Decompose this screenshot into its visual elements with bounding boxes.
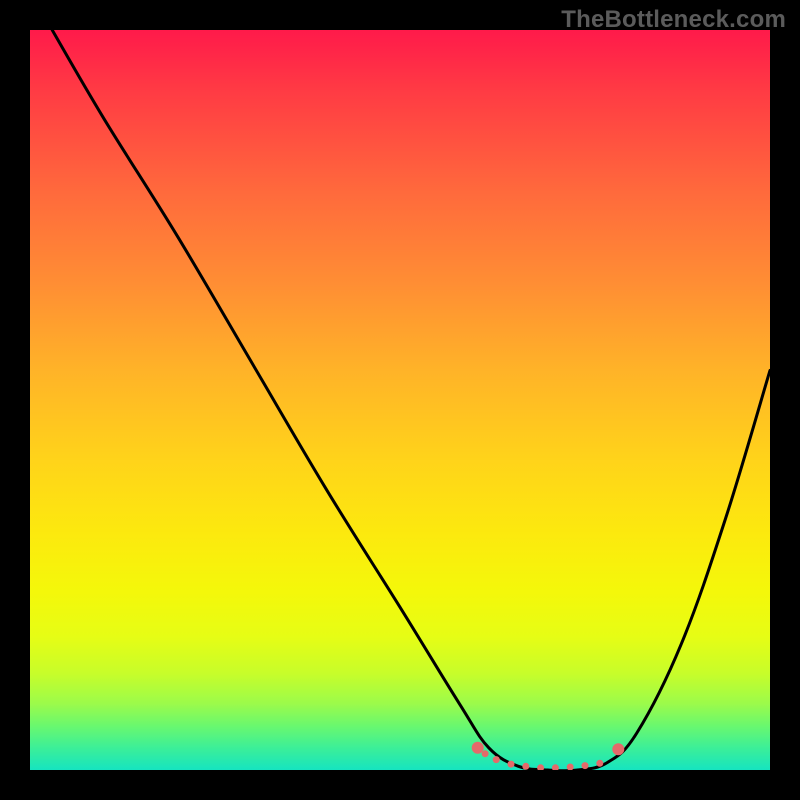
valley-dot	[472, 742, 484, 754]
valley-dot	[493, 756, 500, 763]
valley-dot	[612, 743, 624, 755]
chart-frame: TheBottleneck.com	[0, 0, 800, 800]
valley-dot	[552, 764, 559, 770]
valley-dot	[537, 764, 544, 770]
valley-dot	[508, 761, 515, 768]
plot-area	[30, 30, 770, 770]
valley-dot	[482, 750, 489, 757]
valley-dot	[567, 764, 574, 771]
bottleneck-curve	[52, 30, 770, 770]
valley-dot	[596, 760, 603, 767]
valley-dot	[582, 762, 589, 769]
flat-valley-dots	[472, 742, 625, 770]
curve-layer	[30, 30, 770, 770]
valley-dot	[522, 763, 529, 770]
